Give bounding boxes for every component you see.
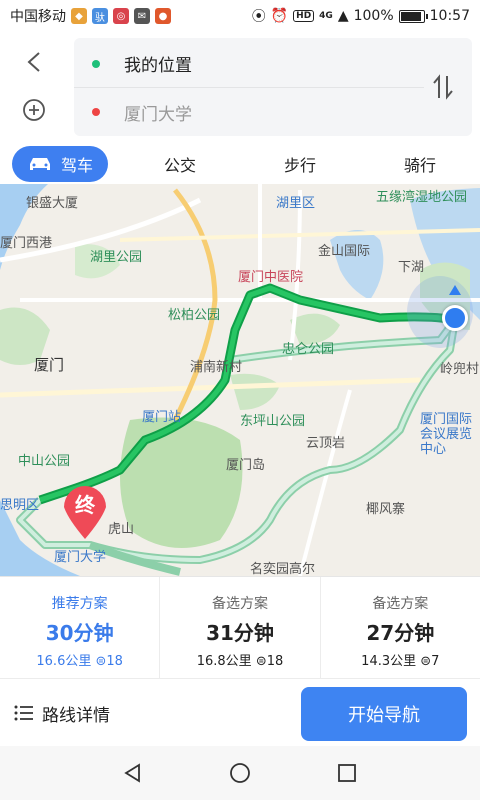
map-label: 下湖 <box>398 260 425 275</box>
plan-info: 16.8公里 ⊜18 <box>160 650 319 669</box>
plus-circle-icon <box>23 99 45 121</box>
map-label: 湖里区 <box>276 196 316 211</box>
current-location-icon[interactable] <box>442 305 468 331</box>
plan-distance: 14.3公里 <box>361 654 417 669</box>
chevron-left-icon <box>27 52 40 72</box>
hd-icon: HD <box>293 10 315 22</box>
plan-tag: 备选方案 <box>211 596 268 612</box>
battery-icon <box>398 9 428 23</box>
plan-time: 31分钟 <box>206 621 274 645</box>
alarm-icon: ⏰ <box>270 8 289 24</box>
battery-percent: 100% <box>353 8 394 24</box>
swap-button[interactable] <box>428 72 458 102</box>
location-icon: ⦿ <box>251 9 266 25</box>
map-label: 厦门大学 <box>54 550 107 565</box>
map-label: 思明区 <box>0 498 40 513</box>
plan-tag: 备选方案 <box>372 596 429 612</box>
app-icon: ◎ <box>113 8 129 24</box>
mail-icon: ✉ <box>134 8 150 24</box>
back-nav-button[interactable] <box>118 758 148 788</box>
plan-distance: 16.8公里 <box>196 654 252 669</box>
notification-icon: ◆ <box>71 8 87 24</box>
map-label: 厦门 <box>34 356 65 374</box>
plan-lights: 7 <box>431 654 440 669</box>
plan-lights: 18 <box>106 654 123 669</box>
map-label: 五缘湾湿地公园 <box>376 190 468 205</box>
tab-walk[interactable]: 步行 <box>240 152 360 176</box>
map-label: 椰风寨 <box>366 502 406 517</box>
map-label: 厦门国际会议展览中心 <box>420 412 473 457</box>
plan-lights: 18 <box>266 654 284 669</box>
plan-time: 27分钟 <box>366 621 435 645</box>
plan-card-alt-1[interactable]: 备选方案 31分钟 16.8公里 ⊜18 <box>160 577 321 678</box>
route-details-label: 路线详情 <box>42 705 110 726</box>
plan-time: 30分钟 <box>45 621 114 645</box>
triangle-back-icon <box>124 763 141 783</box>
map-label: 东坪山公园 <box>240 414 306 429</box>
map-label: 浦南新村 <box>190 360 243 375</box>
traffic-light-icon: ⊜ <box>95 654 107 669</box>
destination-field[interactable]: 厦门大学 <box>74 88 424 136</box>
back-button[interactable] <box>18 46 50 78</box>
map-label: 岭兜村 <box>440 362 480 377</box>
map-label: 金山国际 <box>318 244 371 259</box>
origin-field[interactable]: 我的位置 <box>74 40 424 88</box>
status-bar: 中国移动 ◆ 驮 ◎ ✉ ● ⦿ ⏰ HD 4G ▲ 100% 10:57 <box>0 0 480 32</box>
screen: 中国移动 ◆ 驮 ◎ ✉ ● ⦿ ⏰ HD 4G ▲ 100% 10:57 我的… <box>0 0 480 800</box>
origin-text: 我的位置 <box>124 56 192 76</box>
add-waypoint-button[interactable] <box>18 94 50 126</box>
plan-card-recommended[interactable]: 推荐方案 30分钟 16.6公里 ⊜18 <box>0 577 161 678</box>
map-label: 银盛大厦 <box>26 196 79 211</box>
map-label: 厦门西港 <box>0 236 53 251</box>
tab-bike[interactable]: 骑行 <box>360 152 480 176</box>
swap-vertical-icon <box>433 74 453 100</box>
origin-dot-icon <box>92 59 100 68</box>
tab-label: 驾车 <box>60 156 93 175</box>
heading-arrow-icon <box>449 285 461 295</box>
route-details-button[interactable]: 路线详情 <box>14 697 110 729</box>
route-panel: 我的位置 厦门大学 驾车 公交 步行 骑行 <box>0 32 480 184</box>
plan-card-alt-2[interactable]: 备选方案 27分钟 14.3公里 ⊜7 <box>321 577 480 678</box>
plan-info: 16.6公里 ⊜18 <box>0 650 159 669</box>
network-label: 4G <box>319 11 333 21</box>
start-navigation-button[interactable]: 开始导航 <box>301 687 467 741</box>
map-label: 厦门站 <box>142 410 182 425</box>
signal-icon: ▲ <box>337 8 349 24</box>
plan-info: 14.3公里 ⊜7 <box>321 650 480 669</box>
car-icon <box>29 158 50 170</box>
map-label: 厦门岛 <box>226 458 266 473</box>
traffic-light-icon: ⊜ <box>255 654 267 669</box>
tab-transit[interactable]: 公交 <box>120 152 240 176</box>
map-label: 忠仑公园 <box>282 342 335 357</box>
plan-tag: 推荐方案 <box>51 596 108 612</box>
clock: 10:57 <box>429 8 470 24</box>
map-label: 中山公园 <box>18 454 71 469</box>
map-label: 湖里公园 <box>90 250 143 265</box>
destination-dot-icon <box>92 108 100 116</box>
system-nav-bar <box>0 746 480 800</box>
list-icon <box>14 705 33 721</box>
map-label: 云顶岩 <box>306 436 346 451</box>
square-recents-icon <box>337 764 356 782</box>
end-marker-label: 终 <box>75 493 95 517</box>
map-label: 松柏公园 <box>168 308 221 323</box>
action-bar: 路线详情 开始导航 <box>0 678 480 746</box>
tab-drive[interactable]: 驾车 <box>12 146 108 182</box>
destination-text: 厦门大学 <box>124 104 192 125</box>
map-label: 名奕园高尔 <box>250 562 316 576</box>
mode-tabs: 驾车 公交 步行 骑行 <box>0 144 480 184</box>
location-app-icon: ● <box>155 8 171 24</box>
address-box: 我的位置 厦门大学 <box>74 38 472 136</box>
traffic-light-icon: ⊜ <box>420 654 432 669</box>
route-plans: 推荐方案 30分钟 16.6公里 ⊜18 备选方案 31分钟 16.8公里 ⊜1… <box>0 576 480 678</box>
map-label: 厦门中医院 <box>238 270 304 285</box>
carrier-label: 中国移动 <box>10 9 66 25</box>
circle-home-icon <box>230 763 250 783</box>
plan-distance: 16.6公里 <box>36 654 92 669</box>
home-nav-button[interactable] <box>225 758 255 788</box>
recents-nav-button[interactable] <box>332 758 362 788</box>
destination-pin[interactable]: 终 <box>58 479 112 541</box>
app-icon: 驮 <box>92 8 108 24</box>
